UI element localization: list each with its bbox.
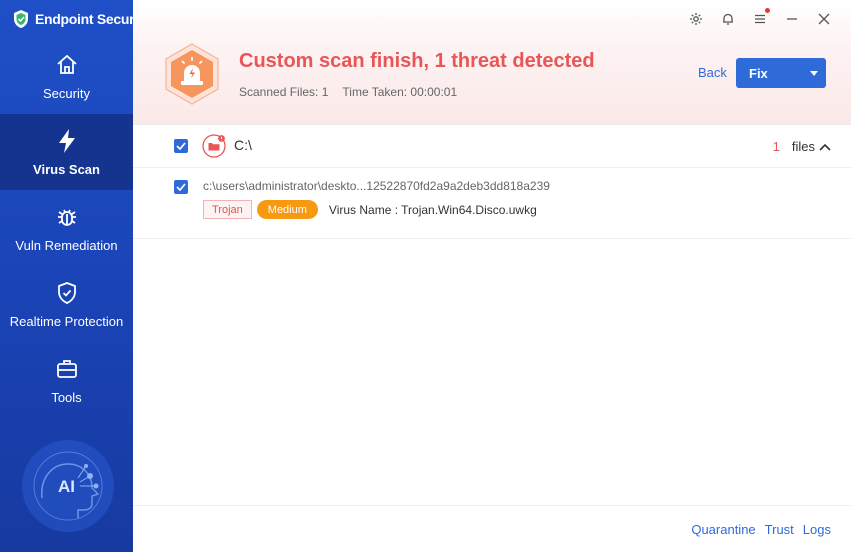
sidebar-item-virus-scan[interactable]: Virus Scan: [0, 114, 133, 190]
threat-type-badge: Trojan: [203, 200, 252, 219]
folder-threat-icon: [202, 134, 226, 158]
back-link[interactable]: Back: [698, 65, 727, 80]
result-group-row[interactable]: C:\ 1 files: [133, 126, 851, 168]
fix-button[interactable]: Fix: [736, 58, 826, 88]
scanned-files-count: Scanned Files: 1: [239, 85, 329, 99]
sidebar-item-label: Vuln Remediation: [15, 237, 118, 253]
fix-button-label: Fix: [749, 65, 768, 81]
threat-file-path: c:\users\administrator\deskto...12522870…: [203, 179, 550, 193]
ai-label: AI: [58, 477, 75, 496]
scan-summary: Scanned Files: 1 Time Taken: 00:00:01: [239, 85, 457, 99]
notification-bell-icon[interactable]: [719, 10, 737, 28]
group-checkbox[interactable]: [174, 139, 188, 153]
sidebar: Endpoint Secure Security Virus Scan Vuln…: [0, 0, 133, 552]
sidebar-item-label: Security: [43, 85, 90, 101]
menu-icon[interactable]: [751, 8, 770, 28]
shield-logo-icon: [14, 10, 28, 28]
main-panel: Custom scan finish, 1 threat detected Sc…: [133, 0, 851, 552]
sidebar-item-tools[interactable]: Tools: [0, 342, 133, 418]
virus-name: Virus Name : Trojan.Win64.Disco.uwkg: [328, 202, 537, 217]
logs-link[interactable]: Logs: [803, 522, 831, 537]
threat-tags: Trojan Medium Virus Name : Trojan.Win64.…: [203, 200, 537, 219]
sidebar-item-vuln-remediation[interactable]: Vuln Remediation: [0, 190, 133, 266]
time-taken: Time Taken: 00:00:01: [342, 85, 458, 99]
threat-file-row[interactable]: c:\users\administrator\deskto...12522870…: [133, 169, 851, 239]
files-count-unit: files: [791, 139, 815, 154]
file-checkbox[interactable]: [174, 180, 188, 194]
drive-label: C:\: [234, 137, 252, 153]
minimize-icon[interactable]: [783, 10, 801, 28]
bug-icon: [54, 204, 80, 230]
files-count[interactable]: 1 files: [773, 139, 831, 154]
lightning-icon: [54, 128, 80, 154]
sidebar-item-label: Virus Scan: [33, 161, 100, 177]
sidebar-item-label: Realtime Protection: [9, 313, 124, 329]
ai-assistant-icon[interactable]: AI: [20, 438, 116, 534]
footer-links: Quarantine Trust Logs: [691, 522, 831, 537]
sidebar-nav: Security Virus Scan Vuln Remediation Rea…: [0, 38, 133, 418]
chevron-up-icon[interactable]: [819, 143, 831, 151]
sidebar-item-security[interactable]: Security: [0, 38, 133, 114]
dropdown-caret-icon[interactable]: [802, 70, 826, 76]
brand-name: Endpoint Secure: [35, 11, 133, 27]
shield-check-icon: [54, 280, 80, 306]
unread-dot-icon: [765, 8, 770, 13]
scan-result-title: Custom scan finish, 1 threat detected: [239, 50, 595, 72]
settings-gear-icon[interactable]: [687, 10, 705, 28]
scan-result-header: Custom scan finish, 1 threat detected Sc…: [133, 0, 851, 125]
files-count-number: 1: [772, 139, 780, 154]
home-icon: [54, 52, 80, 78]
toolbox-icon: [54, 356, 80, 382]
sidebar-item-realtime-protection[interactable]: Realtime Protection: [0, 266, 133, 342]
window-controls: [687, 8, 833, 28]
brand: Endpoint Secure: [0, 0, 133, 38]
trust-link[interactable]: Trust: [765, 522, 794, 537]
quarantine-link[interactable]: Quarantine: [691, 522, 755, 537]
close-icon[interactable]: [815, 10, 833, 28]
threat-alarm-icon: [165, 43, 219, 105]
sidebar-item-label: Tools: [51, 389, 82, 405]
severity-badge: Medium: [256, 200, 318, 219]
footer: Quarantine Trust Logs: [133, 505, 851, 552]
